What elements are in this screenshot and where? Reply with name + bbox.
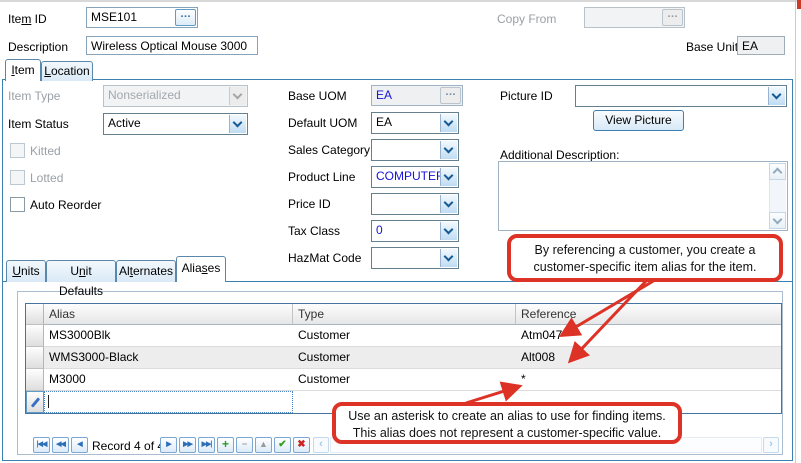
cell-type[interactable]: Customer: [293, 325, 516, 347]
sales-category-combo[interactable]: [371, 139, 459, 161]
nav-prev-page-button[interactable]: ◀◀: [52, 437, 69, 453]
window-corner-fragment: [797, 0, 801, 9]
text-caret: [48, 395, 49, 408]
hscroll-right-icon[interactable]: ›: [763, 437, 779, 453]
column-header-alias[interactable]: Alias: [44, 304, 293, 325]
chevron-down-icon[interactable]: [229, 115, 246, 133]
default-uom-combo[interactable]: EA: [371, 112, 459, 134]
move-up-button[interactable]: ▲: [255, 437, 272, 453]
aliases-grid: Alias Type Reference MS3000Blk Customer …: [25, 303, 782, 414]
chevron-down-icon[interactable]: [440, 249, 457, 267]
auto-reorder-label: Auto Reorder: [30, 198, 101, 212]
grid-corner-cell: [26, 304, 44, 325]
price-id-label: Price ID: [288, 197, 331, 211]
tab-location[interactable]: Location: [41, 61, 93, 81]
tab-item[interactable]: Item: [5, 59, 41, 81]
nav-first-button[interactable]: |◀◀: [33, 437, 50, 453]
auto-reorder-checkbox[interactable]: [10, 197, 25, 212]
add-row-button[interactable]: +: [217, 437, 234, 453]
lotted-label: Lotted: [30, 171, 63, 185]
callout-asterisk: Use an asterisk to create an alias to us…: [332, 402, 682, 444]
chevron-down-icon[interactable]: [440, 195, 457, 213]
description-field[interactable]: Wireless Optical Mouse 3000: [86, 36, 258, 55]
cell-type[interactable]: Customer: [293, 369, 516, 391]
default-uom-label: Default UOM: [288, 116, 357, 130]
item-id-lookup-ellipsis-icon[interactable]: …: [175, 9, 196, 26]
sales-category-label: Sales Category: [288, 143, 370, 157]
textarea-scrollbar[interactable]: [769, 163, 786, 229]
accept-button[interactable]: ✔: [274, 437, 291, 453]
copy-from-lookup-ellipsis-icon: …: [662, 9, 683, 26]
edit-cell-alias[interactable]: [44, 391, 293, 413]
tab-units[interactable]: Units: [6, 260, 46, 282]
window-top-edge: [0, 0, 801, 2]
hazmat-code-combo[interactable]: [371, 247, 459, 269]
kitted-checkbox: [10, 143, 25, 158]
record-count-label: Record 4 of 4: [92, 439, 164, 453]
base-uom-label: Base UOM: [288, 89, 347, 103]
nav-next-page-button[interactable]: ▶▶: [179, 437, 196, 453]
view-picture-button[interactable]: View Picture: [593, 110, 684, 131]
nav-next-button[interactable]: ▶: [160, 437, 177, 453]
additional-description-textarea[interactable]: [498, 161, 788, 231]
cell-type[interactable]: Customer: [293, 347, 516, 369]
chevron-down-icon[interactable]: [440, 168, 457, 186]
column-header-reference[interactable]: Reference: [516, 304, 781, 325]
nav-last-button[interactable]: ▶▶|: [198, 437, 215, 453]
column-header-type[interactable]: Type: [293, 304, 516, 325]
picture-id-combo[interactable]: [575, 85, 787, 107]
base-uom-lookup-ellipsis-icon[interactable]: …: [440, 87, 461, 104]
additional-description-label: Additional Description:: [500, 148, 619, 162]
chevron-down-icon[interactable]: [768, 87, 785, 105]
copy-from-label: Copy From: [497, 12, 556, 26]
chevron-down-icon: [229, 87, 246, 105]
chevron-down-icon[interactable]: [440, 141, 457, 159]
kitted-label: Kitted: [30, 144, 61, 158]
row-selector[interactable]: [26, 369, 44, 391]
window-right-edge: [795, 0, 796, 463]
tab-alternates[interactable]: Alternates: [116, 260, 176, 282]
callout-customer-reference: By referencing a customer, you create a …: [507, 234, 783, 282]
product-line-label: Product Line: [288, 170, 355, 184]
item-status-label: Item Status: [8, 117, 69, 131]
cell-alias[interactable]: MS3000Blk: [44, 325, 293, 347]
hazmat-code-label: HazMat Code: [288, 251, 361, 265]
cell-alias[interactable]: WMS3000-Black: [44, 347, 293, 369]
tab-aliases[interactable]: Aliases: [176, 256, 226, 282]
pencil-edit-icon: [31, 397, 40, 407]
copy-from-field: …: [584, 7, 685, 28]
cell-alias[interactable]: M3000: [44, 369, 293, 391]
delete-row-button[interactable]: −: [236, 437, 253, 453]
base-uom-field[interactable]: EA …: [371, 85, 463, 106]
item-id-label: Item ID: [8, 12, 47, 26]
item-maintenance-window: Item ID MSE101 … Copy From … Description…: [0, 0, 801, 463]
item-id-field[interactable]: MSE101 …: [86, 7, 198, 28]
edit-row-selector[interactable]: [26, 391, 44, 413]
item-type-combo: Nonserialized: [103, 85, 248, 107]
hscroll-left-icon[interactable]: ‹: [313, 437, 329, 453]
price-id-combo[interactable]: [371, 193, 459, 215]
tax-class-label: Tax Class: [288, 224, 340, 238]
cell-reference[interactable]: Atm047: [516, 325, 781, 347]
row-selector[interactable]: [26, 325, 44, 347]
base-unit-label: Base Unit: [686, 40, 738, 54]
item-type-label: Item Type: [8, 89, 60, 103]
tax-class-combo[interactable]: 0: [371, 220, 459, 242]
nav-prev-button[interactable]: ◀: [71, 437, 88, 453]
item-status-combo[interactable]: Active: [103, 113, 248, 135]
cancel-button[interactable]: ✖: [293, 437, 310, 453]
scroll-down-icon[interactable]: [769, 212, 786, 229]
tab-unit-defaults[interactable]: Unit Defaults: [46, 260, 116, 282]
product-line-combo[interactable]: COMPUTER: [371, 166, 459, 188]
row-selector[interactable]: [26, 347, 44, 369]
lotted-checkbox: [10, 170, 25, 185]
cell-reference[interactable]: Alt008: [516, 347, 781, 369]
picture-id-label: Picture ID: [500, 89, 553, 103]
cell-reference[interactable]: *: [516, 369, 781, 391]
description-label: Description: [8, 40, 68, 54]
scroll-up-icon[interactable]: [769, 163, 786, 180]
chevron-down-icon[interactable]: [440, 114, 457, 132]
chevron-down-icon[interactable]: [440, 222, 457, 240]
base-unit-field: EA: [737, 36, 785, 55]
